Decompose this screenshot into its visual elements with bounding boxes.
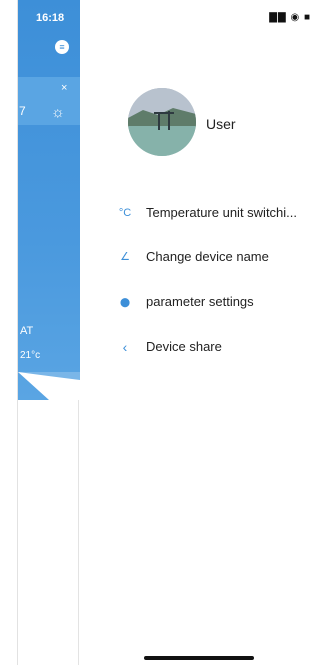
celsius-icon: °C [118, 207, 132, 219]
partial-temperature: 21°c [20, 350, 41, 361]
partial-label: AT [20, 325, 34, 337]
avatar-photo [128, 88, 196, 156]
background-wave [18, 372, 80, 428]
status-time: 16:18 [36, 12, 65, 24]
status-icons: ▇▇ ◉ ■ [269, 12, 311, 23]
sun-icon: ☼ [51, 104, 65, 121]
background-band [18, 77, 80, 125]
user-name[interactable]: User [206, 116, 236, 132]
menu-item-label: Temperature unit switchi... [146, 205, 298, 220]
share-icon: ‹ [122, 339, 128, 355]
menu-item-parameter-settings[interactable]: ⬤ parameter settings [80, 287, 321, 317]
menu-item-device-share[interactable]: ‹ Device share [80, 332, 321, 362]
menu-item-label: Device share [146, 339, 222, 354]
close-icon[interactable]: × [61, 82, 67, 94]
background-divider [78, 400, 79, 665]
menu-icon[interactable]: ≡ [55, 40, 69, 54]
menu-item-temperature-unit[interactable]: °C Temperature unit switchi... [80, 198, 321, 228]
menu-item-label: parameter settings [146, 294, 254, 309]
background-app-panel[interactable]: 16:18 ≡ × 7 ☼ AT 21°c [17, 0, 80, 665]
partial-value: 7 [19, 104, 26, 118]
settings-icon: ⬤ [119, 297, 131, 307]
background-header [18, 0, 80, 400]
menu-item-change-device-name[interactable]: ∠ Change device name [80, 242, 321, 272]
side-drawer: ▇▇ ◉ ■ User °C Temperature unit switchi.… [80, 0, 321, 665]
avatar[interactable] [128, 88, 196, 156]
edit-icon: ∠ [120, 251, 130, 263]
home-indicator[interactable] [144, 656, 254, 660]
menu-item-label: Change device name [146, 249, 269, 264]
phone-screen: 16:18 ≡ × 7 ☼ AT 21°c ▇▇ ◉ ■ User °C Tem… [0, 0, 321, 665]
